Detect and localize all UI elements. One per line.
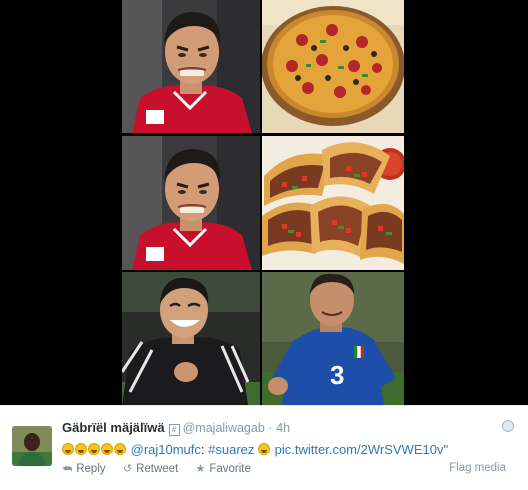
- laughing-emoji-icon: [101, 443, 113, 455]
- tacos-photo: [262, 136, 404, 270]
- player-grimace-photo-1: [122, 0, 260, 133]
- tweet-card: Gäbrïël mäjälïwä # @majaliwagab · 4h @raj1…: [0, 405, 528, 490]
- laughing-emoji-icon: [75, 443, 87, 455]
- favorite-button[interactable]: ★ Favorite: [195, 462, 250, 475]
- media-link[interactable]: pic.twitter.com/2WrSVWE10v": [275, 442, 448, 457]
- mention-link[interactable]: @raj10mufc: [131, 442, 201, 457]
- laughing-emoji-icon: [62, 443, 74, 455]
- globe-icon: [502, 420, 514, 432]
- hashtag-link[interactable]: #suarez: [208, 442, 254, 457]
- laughing-emoji-icon: [258, 443, 271, 455]
- retweet-label: Retweet: [136, 463, 179, 475]
- tweet-actions: ⮪ Reply ↺ Retweet ★ Favorite: [62, 462, 265, 476]
- laughing-emoji-icon: [88, 443, 100, 455]
- tweet-media-collage[interactable]: 3: [0, 0, 528, 405]
- reply-label: Reply: [76, 463, 106, 475]
- retweet-button[interactable]: ↺ Retweet: [123, 462, 178, 475]
- pizza-photo: [262, 0, 404, 133]
- retweet-icon: ↺: [122, 463, 133, 475]
- separator-dot: ·: [268, 421, 273, 435]
- tweet-text: @raj10mufc: #suarez pic.twitter.com/2WrS…: [62, 442, 448, 457]
- laughing-emoji-icon: [114, 443, 126, 455]
- tweet-header: Gäbrïël mäjälïwä # @majaliwagab · 4h: [62, 420, 290, 436]
- favorite-label: Favorite: [209, 463, 251, 475]
- player-laughing-photo: [122, 272, 260, 405]
- star-icon: ★: [195, 463, 206, 475]
- user-fullname[interactable]: Gäbrïël mäjälïwä: [62, 420, 165, 435]
- reply-button[interactable]: ⮪ Reply: [62, 463, 106, 476]
- mention-colon: :: [200, 442, 205, 457]
- flag-media-link[interactable]: Flag media: [449, 462, 506, 474]
- account-badge-icon: #: [168, 424, 180, 436]
- jersey-number: 3: [330, 360, 344, 390]
- player-grimace-photo-2: [122, 136, 260, 270]
- avatar[interactable]: [12, 426, 52, 466]
- reply-arrow-icon: ⮪: [62, 463, 73, 475]
- italy-player-photo: 3: [262, 272, 404, 405]
- tweet-timestamp[interactable]: 4h: [276, 421, 290, 435]
- user-handle[interactable]: @majaliwagab: [183, 421, 265, 435]
